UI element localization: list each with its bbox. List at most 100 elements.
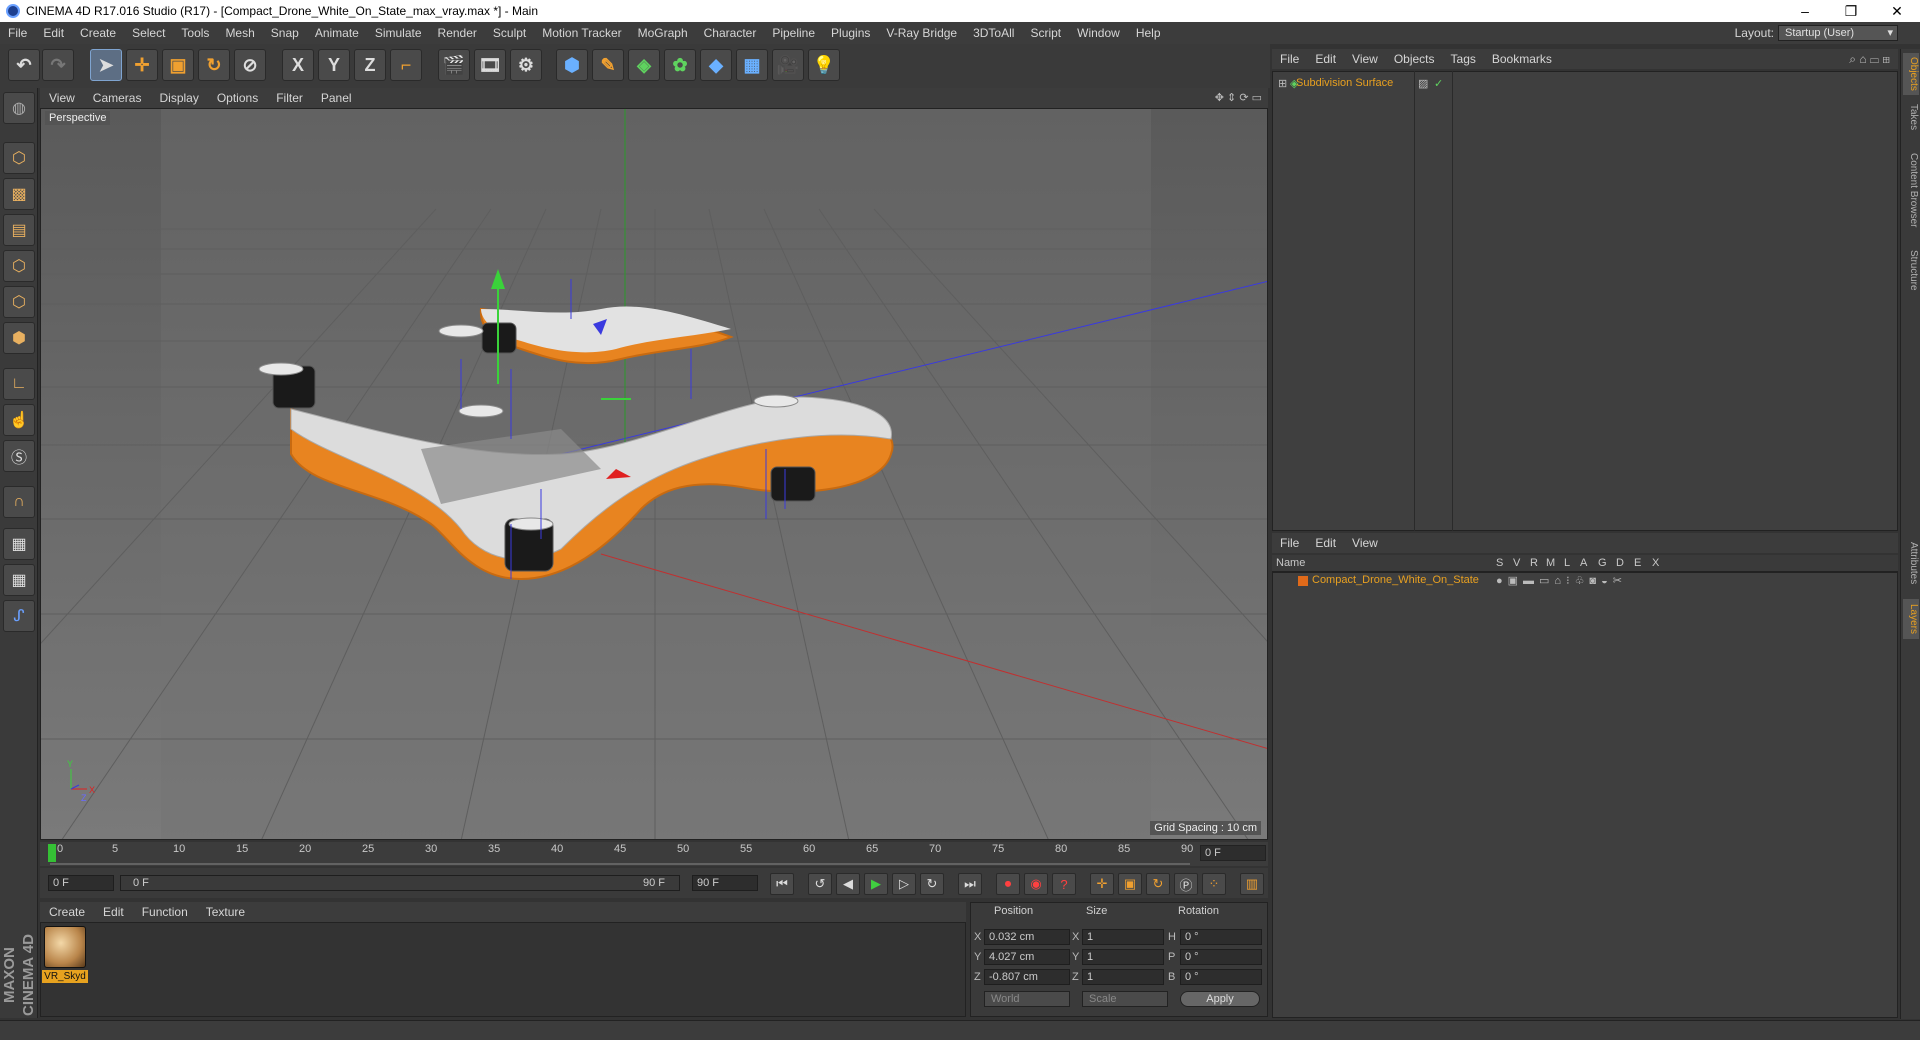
- python-icon[interactable]: ᔑ: [3, 600, 35, 632]
- material-menu-create[interactable]: Create: [40, 905, 94, 919]
- polygons-mode-icon[interactable]: ⬢: [3, 322, 35, 354]
- layer-menu-edit[interactable]: Edit: [1307, 536, 1344, 550]
- apply-button[interactable]: Apply: [1180, 991, 1260, 1007]
- tab-structure[interactable]: Structure: [1903, 245, 1919, 295]
- keyframe-selection-icon[interactable]: ?: [1052, 873, 1076, 895]
- go-to-end-icon[interactable]: ⏭: [958, 873, 982, 895]
- position-y-field[interactable]: 4.027 cm: [984, 949, 1070, 965]
- lock-workplane-icon[interactable]: ▦: [3, 528, 35, 560]
- layer-color-swatch[interactable]: [1298, 576, 1308, 586]
- object-menu-tags[interactable]: Tags: [1443, 52, 1484, 66]
- solo-icon[interactable]: Ⓢ: [3, 440, 35, 472]
- menu-render[interactable]: Render: [430, 22, 485, 44]
- magnet-icon[interactable]: ∩: [3, 486, 35, 518]
- object-menu-file[interactable]: File: [1272, 52, 1307, 66]
- tab-objects[interactable]: Objects: [1903, 53, 1919, 95]
- snap-grid-icon[interactable]: ▦: [3, 564, 35, 596]
- start-frame-field[interactable]: 0 F: [48, 875, 114, 891]
- menu-script[interactable]: Script: [1022, 22, 1069, 44]
- viewport-nav-icons[interactable]: ✥ ⇕ ⟳ ▭: [1215, 91, 1262, 104]
- live-select-icon[interactable]: ⊘: [234, 49, 266, 81]
- search-icon[interactable]: ⌕ ⌂ ▭ ⊞: [1849, 52, 1890, 67]
- rotation-h-field[interactable]: 0 °: [1180, 929, 1262, 945]
- render-picture-viewer-icon[interactable]: 🎞: [474, 49, 506, 81]
- rotation-b-field[interactable]: 0 °: [1180, 969, 1262, 985]
- layout-dropdown[interactable]: Startup (User) ▾: [1778, 25, 1898, 41]
- menu-sculpt[interactable]: Sculpt: [485, 22, 534, 44]
- previous-frame-icon[interactable]: ◀: [836, 873, 860, 895]
- play-icon[interactable]: ▶: [864, 873, 888, 895]
- menu-mesh[interactable]: Mesh: [217, 22, 262, 44]
- autokey-icon[interactable]: ◉: [1024, 873, 1048, 895]
- timeline-window-icon[interactable]: ▥: [1240, 873, 1264, 895]
- timeline-ruler[interactable]: 0 5 10 15 20 25 30 35 40 45 50 55 60 65 …: [40, 842, 1268, 866]
- key-parameter-icon[interactable]: Ⓟ: [1174, 873, 1198, 895]
- visibility-dots-icon[interactable]: ▨: [1418, 77, 1428, 90]
- object-menu-edit[interactable]: Edit: [1307, 52, 1344, 66]
- size-y-field[interactable]: 1: [1082, 949, 1164, 965]
- material-menu-texture[interactable]: Texture: [197, 905, 254, 919]
- maximize-button[interactable]: ❐: [1828, 0, 1874, 22]
- layer-menu-view[interactable]: View: [1344, 536, 1386, 550]
- viewport-menu-options[interactable]: Options: [208, 91, 267, 105]
- deformer-icon[interactable]: ◆: [700, 49, 732, 81]
- model-mode-icon[interactable]: ⬡: [3, 142, 35, 174]
- cube-icon[interactable]: ⬢: [556, 49, 588, 81]
- tab-attributes[interactable]: Attributes: [1903, 535, 1919, 591]
- object-menu-objects[interactable]: Objects: [1386, 52, 1443, 66]
- position-x-field[interactable]: 0.032 cm: [984, 929, 1070, 945]
- material-manager-area[interactable]: [40, 922, 966, 1017]
- viewport-menu-cameras[interactable]: Cameras: [84, 91, 151, 105]
- perspective-viewport[interactable]: Y X Z Perspective Grid Spacing : 10 cm: [40, 108, 1268, 840]
- camera-icon[interactable]: 🎥: [772, 49, 804, 81]
- coordinate-system-icon[interactable]: ⌐: [390, 49, 422, 81]
- record-keys-icon[interactable]: ⏺: [996, 873, 1020, 895]
- menu-simulate[interactable]: Simulate: [367, 22, 430, 44]
- next-frame-icon[interactable]: ▷: [892, 873, 916, 895]
- render-view-icon[interactable]: 🎬: [438, 49, 470, 81]
- previous-key-icon[interactable]: ↺: [808, 873, 832, 895]
- frame-range-slider[interactable]: 0 F 90 F: [120, 875, 680, 891]
- object-menu-view[interactable]: View: [1344, 52, 1386, 66]
- material-name-label[interactable]: VR_Skyd: [42, 970, 88, 983]
- select-arrow-icon[interactable]: ➤: [90, 49, 122, 81]
- object-manager-list[interactable]: [1272, 71, 1898, 531]
- cloner-icon[interactable]: ✿: [664, 49, 696, 81]
- key-scale-icon[interactable]: ▣: [1118, 873, 1142, 895]
- menu-snap[interactable]: Snap: [263, 22, 307, 44]
- menu-file[interactable]: File: [0, 22, 35, 44]
- edges-mode-icon[interactable]: ⬡: [3, 286, 35, 318]
- menu-help[interactable]: Help: [1128, 22, 1169, 44]
- menu-tools[interactable]: Tools: [173, 22, 217, 44]
- close-button[interactable]: ✕: [1874, 0, 1920, 22]
- viewport-menu-view[interactable]: View: [40, 91, 84, 105]
- playhead[interactable]: [48, 844, 56, 862]
- next-key-icon[interactable]: ↻: [920, 873, 944, 895]
- position-z-field[interactable]: -0.807 cm: [984, 969, 1070, 985]
- tab-layers[interactable]: Layers: [1903, 599, 1919, 639]
- subdivision-nurbs-icon[interactable]: ◈: [628, 49, 660, 81]
- go-to-start-icon[interactable]: ⏮: [770, 873, 794, 895]
- material-swatch[interactable]: [44, 926, 86, 968]
- viewport-menu-display[interactable]: Display: [150, 91, 207, 105]
- viewport-menu-filter[interactable]: Filter: [267, 91, 312, 105]
- end-frame-field[interactable]: 90 F: [692, 875, 758, 891]
- z-axis-icon[interactable]: Z: [354, 49, 386, 81]
- current-frame-field[interactable]: 0 F: [1200, 845, 1266, 861]
- menu-plugins[interactable]: Plugins: [823, 22, 878, 44]
- pen-spline-icon[interactable]: ✎: [592, 49, 624, 81]
- make-editable-icon[interactable]: ◍: [3, 92, 35, 124]
- size-x-field[interactable]: 1: [1082, 929, 1164, 945]
- key-pla-icon[interactable]: ⁘: [1202, 873, 1226, 895]
- size-z-field[interactable]: 1: [1082, 969, 1164, 985]
- object-menu-bookmarks[interactable]: Bookmarks: [1484, 52, 1560, 66]
- menu-select[interactable]: Select: [124, 22, 173, 44]
- menu-3dtoall[interactable]: 3DToAll: [965, 22, 1022, 44]
- menu-create[interactable]: Create: [72, 22, 124, 44]
- key-position-icon[interactable]: ✛: [1090, 873, 1114, 895]
- menu-motion-tracker[interactable]: Motion Tracker: [534, 22, 629, 44]
- floor-icon[interactable]: ▦: [736, 49, 768, 81]
- workplane-icon[interactable]: ▤: [3, 214, 35, 246]
- redo-icon[interactable]: ↷: [42, 49, 74, 81]
- viewport-menu-panel[interactable]: Panel: [312, 91, 361, 105]
